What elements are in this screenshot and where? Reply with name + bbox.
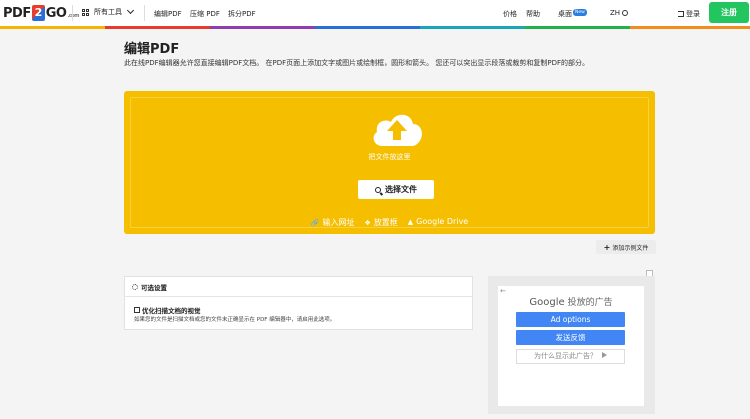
optimize-scanned-checkbox[interactable]: 优化扫描文档的视觉	[134, 305, 201, 315]
nav-compress-pdf[interactable]: 压缩 PDF	[190, 9, 220, 19]
plus-icon: +	[603, 242, 611, 252]
register-button[interactable]: 注册	[709, 2, 749, 23]
gear-icon	[132, 283, 138, 290]
color-stripe	[0, 26, 750, 29]
optimize-scanned-help: 如果您的文件是扫描文档或您的文件未正确显示在 PDF 编辑器中，请启用此选项。	[134, 317, 336, 323]
nav-edit-pdf[interactable]: 编辑PDF	[154, 9, 182, 19]
checkbox-box[interactable]	[134, 307, 140, 313]
ad-card: Google 投放的广告 Ad options 发送反馈 为什么显示此广告？	[498, 286, 644, 406]
file-drop-zone[interactable]: 把文件放这里 选择文件 🔗 输入网址 ❖ 放置框 ▲ Google Drive	[124, 91, 655, 234]
drop-zone-border: 把文件放这里 选择文件 🔗 输入网址 ❖ 放置框 ▲ Google Drive	[130, 97, 649, 228]
nav-help[interactable]: 帮助	[526, 9, 540, 19]
dropbox-icon: ❖	[364, 219, 371, 227]
nav-pricing[interactable]: 价格	[503, 9, 517, 19]
send-feedback-button[interactable]: 发送反馈	[516, 330, 625, 345]
cloud-upload-icon	[373, 114, 422, 146]
nav-split-pdf[interactable]: 拆分PDF	[228, 9, 256, 19]
drop-files-text: 把文件放这里	[368, 153, 411, 161]
google-drive-icon: ▲	[407, 218, 414, 226]
language-selector[interactable]: ZH	[610, 9, 629, 17]
back-arrow-icon[interactable]: ←	[500, 287, 506, 295]
page-description: 此在线PDF编辑器允许您直接编辑PDF文档。 在PDF页面上添加文字或图片或绘制…	[124, 59, 589, 67]
page-title: 编辑PDF	[124, 42, 180, 57]
top-navigation-bar: PDF 2 GO .com 所有工具 编辑PDF 压缩 PDF 拆分PDF 价格 帮助…	[0, 0, 750, 26]
search-icon	[375, 186, 381, 193]
optional-settings-panel: 可选设置 优化扫描文档的视觉 如果您的文件是扫描文档或您的文件未正确显示在 PD…	[124, 276, 473, 330]
chevron-down-icon	[126, 6, 135, 15]
login-link[interactable]: 登录	[678, 9, 700, 19]
login-icon	[678, 11, 684, 17]
optional-settings-header: 可选设置	[125, 277, 472, 297]
new-badge: New	[573, 9, 587, 16]
why-this-ad-button[interactable]: 为什么显示此广告？	[516, 349, 625, 364]
add-sample-file-button[interactable]: + 添加示例文件	[596, 240, 656, 254]
grid-icon	[82, 8, 89, 16]
nav-divider	[144, 5, 145, 21]
globe-icon	[622, 10, 629, 16]
google-drive-link[interactable]: ▲ Google Drive	[408, 217, 468, 228]
ad-title: Google 投放的广告	[529, 297, 613, 308]
enter-url-link[interactable]: 🔗 输入网址	[311, 217, 355, 228]
pdf2go-logo[interactable]: PDF 2 GO .com	[3, 4, 79, 22]
upload-sources: 🔗 输入网址 ❖ 放置框 ▲ Google Drive	[131, 217, 648, 228]
ad-frame: Google 投放的广告 Ad options 发送反馈 为什么显示此广告？	[488, 276, 655, 414]
nav-desktop[interactable]: 桌面 New	[558, 9, 587, 19]
nav-divider	[72, 5, 73, 21]
adchoices-icon	[602, 352, 607, 358]
ad-options-button[interactable]: Ad options	[516, 312, 625, 327]
link-icon: 🔗	[310, 219, 320, 227]
dropbox-link[interactable]: ❖ 放置框	[364, 217, 397, 228]
choose-file-button[interactable]: 选择文件	[358, 180, 434, 199]
all-tools-menu[interactable]: 所有工具	[82, 6, 135, 17]
